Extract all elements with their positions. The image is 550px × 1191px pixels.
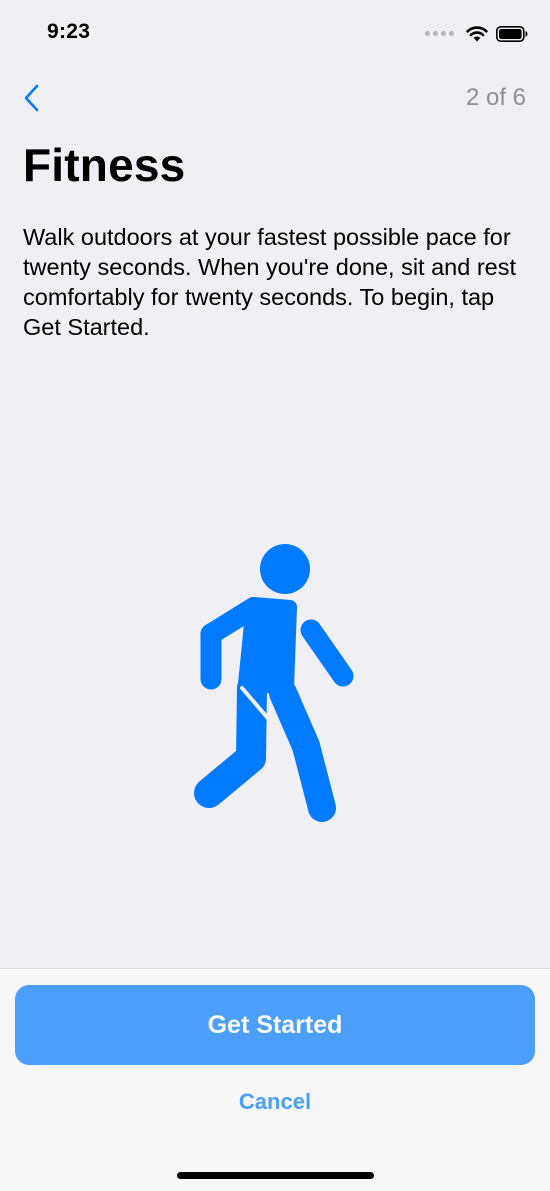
back-button[interactable] [18,80,48,116]
status-icons [425,25,528,42]
home-indicator [177,1172,374,1179]
chevron-left-icon [24,84,39,112]
navigation-bar: 2 of 6 [0,78,550,118]
page-title: Fitness [23,139,186,191]
instructions-text: Walk outdoors at your fastest possible p… [23,224,517,340]
battery-icon [496,25,528,42]
signal-icon [425,31,454,36]
wifi-icon [466,26,488,42]
step-counter: 2 of 6 [465,84,526,111]
cancel-button[interactable]: Cancel [0,1089,550,1115]
status-bar: 9:23 [0,0,550,70]
status-time: 9:23 [47,20,91,43]
get-started-button[interactable]: Get Started [15,985,535,1065]
walking-person-icon [194,544,354,822]
footer: Get Started Cancel [0,968,550,1191]
